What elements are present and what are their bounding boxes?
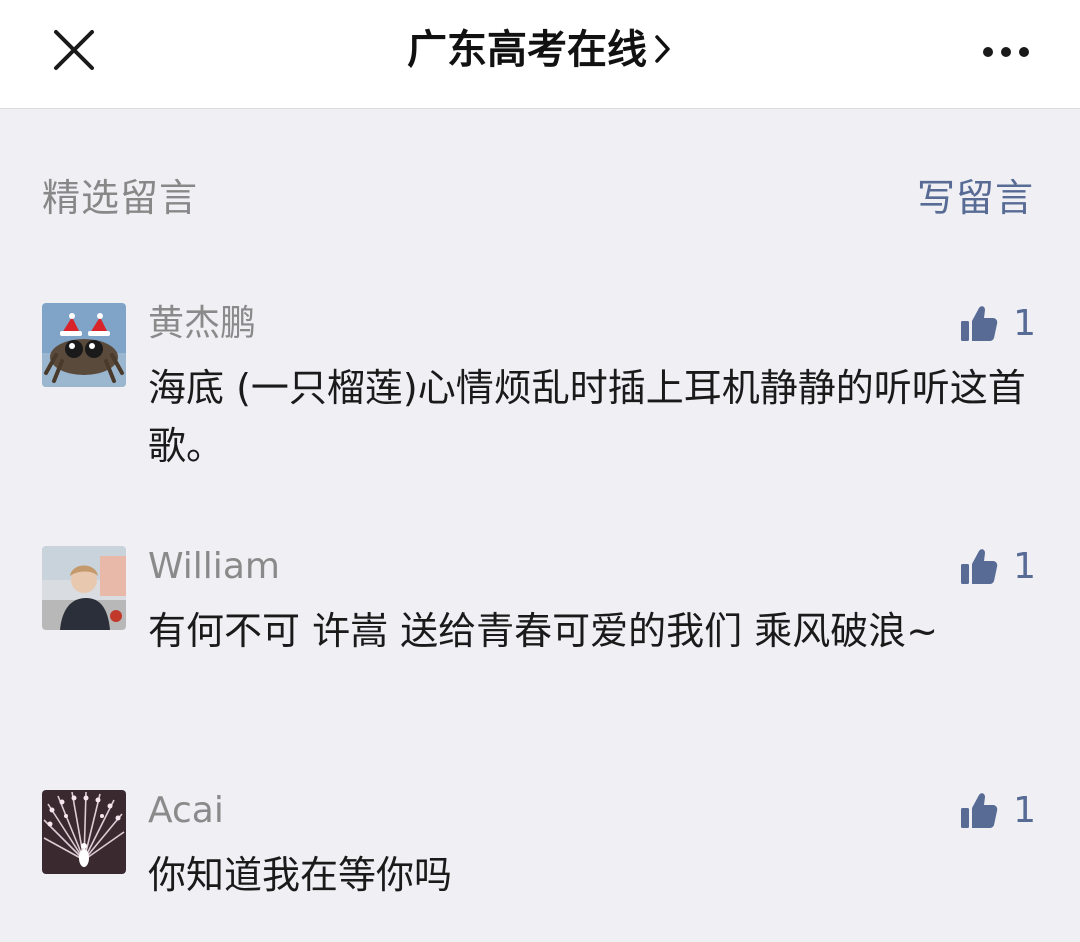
featured-comments-header: 精选留言 写留言 [42,172,1034,224]
comment-item: William 1 有何不可 许嵩 送给青春可爱的我们 乘风破浪~ [42,546,1036,716]
section-title: 精选留言 [42,176,199,220]
spider-avatar-icon [42,303,126,387]
like-button[interactable]: 1 [959,544,1036,590]
thumbs-up-icon [961,793,998,828]
comment-content: 你知道我在等你吗 [148,853,453,897]
like-count: 1 [1013,546,1036,587]
avatar[interactable] [42,303,126,387]
comment-nickname: 黄杰鹏 [148,303,257,344]
comment-nickname: Acai [148,790,224,831]
like-count: 1 [1013,790,1036,831]
page-title: 广东高考在线 [407,27,647,73]
more-button[interactable] [978,34,1034,70]
write-comment-link[interactable]: 写留言 [917,172,1034,224]
comment-content: 有何不可 许嵩 送给青春可爱的我们 乘风破浪~ [148,609,939,653]
thumbs-up-icon [961,306,998,341]
person-avatar-icon [42,546,126,630]
comment-item: 黄杰鹏 1 海底 (一只榴莲)心情烦乱时插上耳机静静的听听这首歌。 [42,303,1036,473]
avatar[interactable] [42,790,126,874]
avatar[interactable] [42,546,126,630]
more-dots-icon [983,47,1029,57]
like-button[interactable]: 1 [959,301,1036,347]
account-title-link[interactable]: 广东高考在线 [0,22,1080,78]
like-count: 1 [1013,303,1036,344]
top-nav-bar: 广东高考在线 [0,0,1080,109]
comment-item: Acai 1 你知道我在等你吗 [42,790,1036,910]
comment-content: 海底 (一只榴莲)心情烦乱时插上耳机静静的听听这首歌。 [148,366,1026,468]
like-button[interactable]: 1 [959,788,1036,834]
peacock-avatar-icon [42,790,126,874]
comment-nickname: William [148,546,280,587]
thumbs-up-icon [961,549,998,584]
chevron-right-icon [655,35,670,63]
